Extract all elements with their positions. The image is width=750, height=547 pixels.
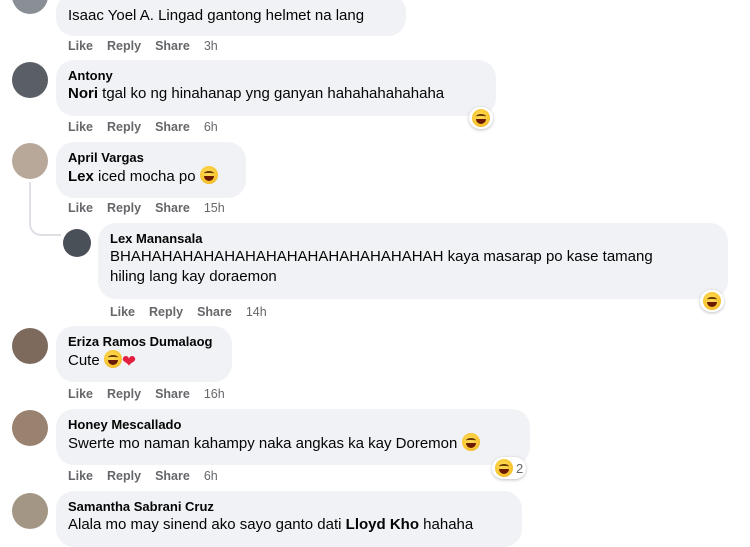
reply-button[interactable]: Reply xyxy=(107,201,141,215)
mention-link[interactable]: Lloyd Kho xyxy=(346,516,419,533)
reply-button[interactable]: Reply xyxy=(107,39,141,53)
comment-author[interactable]: Samantha Sabrani Cruz xyxy=(68,499,510,515)
comment-text: Swerte mo naman kahampy naka angkas ka k… xyxy=(68,433,518,454)
comment-actions: Like Reply Share 6h xyxy=(68,120,232,134)
comment-author[interactable]: Lex Manansala xyxy=(110,231,716,247)
comment-bubble: Eriza Ramos Dumalaog Cute ❤ xyxy=(56,326,232,382)
reaction-badge[interactable]: 2 xyxy=(492,457,527,479)
comment-bubble: Lex Manansala BHAHAHAHAHAHAHAHAHAHAHAHAH… xyxy=(98,223,728,299)
comment-text: Lex iced mocha po xyxy=(68,166,234,187)
reaction-badge[interactable] xyxy=(700,290,724,312)
comment-text: hiling lang kay doraemon xyxy=(110,268,277,285)
avatar[interactable] xyxy=(12,62,48,98)
share-button[interactable]: Share xyxy=(155,469,190,483)
thread-line xyxy=(29,182,61,236)
like-button[interactable]: Like xyxy=(68,387,93,401)
avatar[interactable] xyxy=(12,328,48,364)
comment-text: BHAHAHAHAHAHAHAHAHAHAHAHAHAHAHAH kaya ma… xyxy=(110,248,653,265)
comment-bubble: Honey Mescallado Swerte mo naman kahampy… xyxy=(56,409,530,465)
like-button[interactable]: Like xyxy=(110,305,135,319)
avatar[interactable] xyxy=(12,0,48,14)
avatar[interactable] xyxy=(12,143,48,179)
like-button[interactable]: Like xyxy=(68,201,93,215)
comment-bubble: Isaac Yoel A. Lingad gantong helmet na l… xyxy=(56,0,406,36)
reaction-count: 2 xyxy=(516,460,524,476)
comment-bubble: April Vargas Lex iced mocha po xyxy=(56,142,246,198)
comment-time[interactable]: 6h xyxy=(204,469,218,483)
comment-author[interactable]: Honey Mescallado xyxy=(68,417,518,433)
mention-link[interactable]: Nori xyxy=(68,85,98,102)
mention-link[interactable]: Lex xyxy=(68,168,94,185)
comment-author[interactable]: April Vargas xyxy=(68,150,234,166)
comment-author[interactable]: Eriza Ramos Dumalaog xyxy=(68,334,220,350)
share-button[interactable]: Share xyxy=(155,39,190,53)
like-button[interactable]: Like xyxy=(68,39,93,53)
heart-icon: ❤ xyxy=(121,352,137,371)
like-button[interactable]: Like xyxy=(68,120,93,134)
laughing-emoji-icon xyxy=(461,433,480,451)
reply-button[interactable]: Reply xyxy=(107,120,141,134)
comment-time[interactable]: 3h xyxy=(204,39,218,53)
comment-actions: Like Reply Share 14h xyxy=(110,305,281,319)
comment-actions: Like Reply Share 6h xyxy=(68,469,232,483)
share-button[interactable]: Share xyxy=(155,201,190,215)
comment-bubble: Antony Nori tgal ko ng hinahanap yng gan… xyxy=(56,60,496,116)
share-button[interactable]: Share xyxy=(155,387,190,401)
laughing-emoji-icon xyxy=(703,292,721,310)
comment-time[interactable]: 6h xyxy=(204,120,218,134)
avatar[interactable] xyxy=(63,229,91,257)
comment-actions: Like Reply Share 16h xyxy=(68,387,239,401)
comment-author[interactable]: Antony xyxy=(68,68,484,84)
comment-time[interactable]: 14h xyxy=(246,305,267,319)
avatar[interactable] xyxy=(12,493,48,529)
comment-actions: Like Reply Share 3h xyxy=(68,39,232,53)
share-button[interactable]: Share xyxy=(197,305,232,319)
share-button[interactable]: Share xyxy=(155,120,190,134)
reply-button[interactable]: Reply xyxy=(107,469,141,483)
avatar[interactable] xyxy=(12,410,48,446)
laughing-emoji-icon xyxy=(472,109,490,127)
comment-time[interactable]: 16h xyxy=(204,387,225,401)
like-button[interactable]: Like xyxy=(68,469,93,483)
comment-actions: Like Reply Share 15h xyxy=(68,201,239,215)
laughing-emoji-icon xyxy=(495,459,513,477)
reply-button[interactable]: Reply xyxy=(149,305,183,319)
comment-text: Nori tgal ko ng hinahanap yng ganyan hah… xyxy=(68,85,445,102)
laughing-emoji-icon xyxy=(199,166,218,184)
comment-text: Alala mo may sinend ako sayo ganto dati … xyxy=(68,516,474,533)
reaction-badge[interactable] xyxy=(469,107,493,129)
reply-button[interactable]: Reply xyxy=(107,387,141,401)
comment-text: Cute ❤ xyxy=(68,350,137,371)
comment-time[interactable]: 15h xyxy=(204,201,225,215)
comment-text: Isaac Yoel A. Lingad gantong helmet na l… xyxy=(68,7,365,24)
laughing-emoji-icon xyxy=(103,350,122,368)
